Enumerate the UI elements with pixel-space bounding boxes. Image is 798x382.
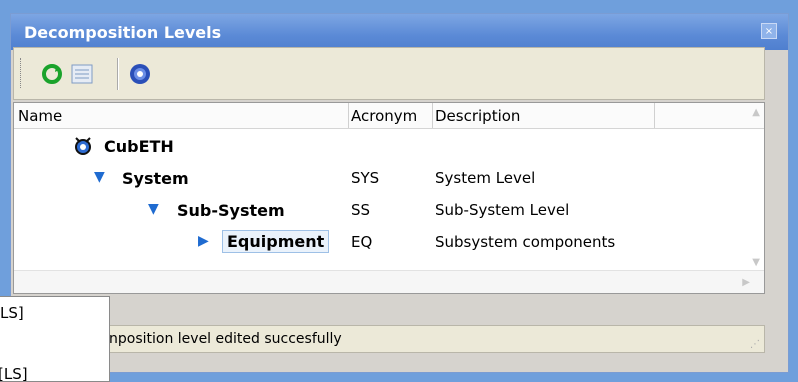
popup-menu: LS] [LS]	[0, 296, 110, 382]
row-description: Subsystem components	[435, 233, 616, 251]
tree-row[interactable]: ▼ System SYS System Level	[14, 163, 764, 195]
expanded-triangle-icon[interactable]: ▼	[148, 201, 159, 217]
grid-header: Name Acronym Description ▲	[14, 103, 764, 129]
help-button[interactable]	[129, 63, 151, 85]
satellite-icon	[75, 137, 91, 155]
tree-row[interactable]: ▼ Sub-System SS Sub-System Level	[14, 195, 764, 227]
expanded-triangle-icon[interactable]: ▼	[94, 169, 105, 185]
column-header-acronym[interactable]: Acronym	[351, 107, 417, 125]
row-name: Sub-System	[177, 201, 285, 220]
tree-row[interactable]: ▶ Equipment EQ Subsystem components	[14, 227, 764, 259]
close-icon: ×	[764, 26, 774, 37]
toolbar-separator	[117, 58, 119, 90]
column-divider[interactable]	[348, 103, 349, 128]
row-name: System	[122, 169, 189, 188]
refresh-button[interactable]	[41, 63, 63, 85]
window-title: Decomposition Levels	[24, 23, 222, 42]
title-bar[interactable]: Decomposition Levels ×	[11, 14, 788, 50]
toolbar	[13, 47, 765, 100]
column-divider[interactable]	[654, 103, 655, 128]
popup-item[interactable]: LS]	[0, 304, 24, 322]
row-description: Sub-System Level	[435, 201, 570, 219]
row-name-edit-field[interactable]: Equipment	[222, 230, 330, 253]
status-message: nposition level edited succesfully	[109, 331, 342, 347]
column-header-name[interactable]: Name	[18, 107, 62, 125]
horizontal-scrollbar[interactable]: ▶	[14, 270, 764, 293]
list-icon	[71, 64, 93, 84]
resize-grip-icon[interactable]: ⋰	[750, 339, 760, 350]
row-acronym: EQ	[351, 233, 373, 251]
close-button[interactable]: ×	[761, 23, 777, 39]
scroll-up-arrow-icon[interactable]: ▲	[752, 107, 760, 118]
row-acronym: SS	[351, 201, 371, 219]
list-view-button[interactable]	[71, 63, 93, 85]
row-description: System Level	[435, 169, 536, 187]
column-divider[interactable]	[432, 103, 433, 128]
status-bar: nposition level edited succesfully ⋰	[13, 325, 765, 353]
refresh-icon	[42, 64, 62, 84]
column-header-description[interactable]: Description	[435, 107, 520, 125]
decomposition-tree-grid[interactable]: Name Acronym Description ▲ CubETH ▼ Syst…	[13, 102, 765, 294]
collapsed-triangle-icon[interactable]: ▶	[198, 233, 209, 249]
help-icon	[130, 64, 150, 84]
scroll-right-arrow-icon[interactable]: ▶	[742, 277, 750, 288]
toolbar-grip[interactable]	[20, 58, 24, 88]
popup-item[interactable]: [LS]	[0, 365, 28, 381]
row-name: CubETH	[104, 137, 174, 156]
row-acronym: SYS	[351, 169, 380, 187]
tree-row[interactable]: CubETH	[14, 131, 764, 163]
scroll-down-arrow-icon[interactable]: ▼	[752, 257, 760, 268]
